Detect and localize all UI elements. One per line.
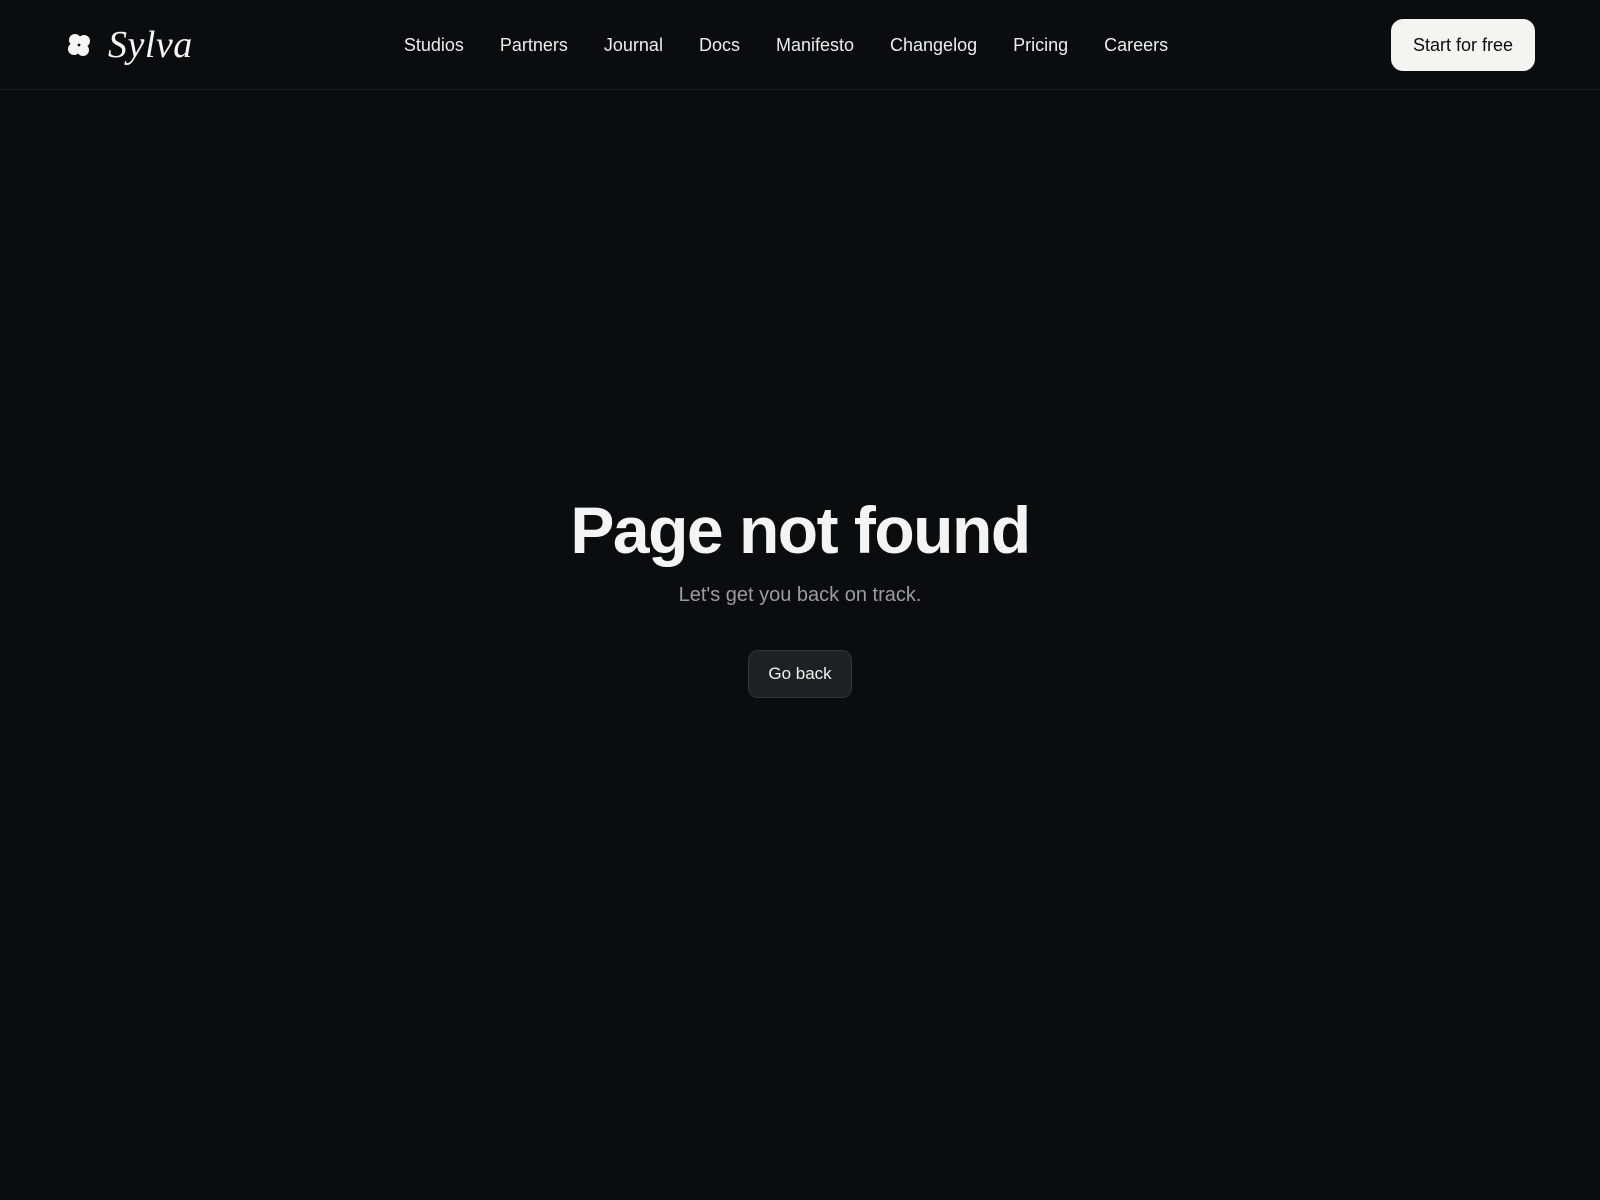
main-nav: Studios Partners Journal Docs Manifesto … [0,0,1600,90]
page-title: Page not found [570,493,1031,567]
logo-link[interactable]: Sylva [66,22,193,68]
go-back-button[interactable]: Go back [748,650,852,698]
logo-wordmark: Sylva [108,24,193,66]
main-content: Page not found Let's get you back on tra… [0,90,1600,1200]
nav-link-journal[interactable]: Journal [604,33,663,57]
nav-link-manifesto[interactable]: Manifesto [776,33,854,57]
clover-icon [68,34,90,56]
nav-link-changelog[interactable]: Changelog [890,33,977,57]
page: Sylva Studios Partners Journal Docs Mani… [0,0,1600,1200]
site-header: Sylva Studios Partners Journal Docs Mani… [0,0,1600,90]
nav-link-docs[interactable]: Docs [699,33,740,57]
start-for-free-button[interactable]: Start for free [1390,19,1535,71]
nav-link-partners[interactable]: Partners [500,33,568,57]
main-nav-links: Studios Partners Journal Docs Manifesto … [404,33,1168,57]
nav-link-pricing[interactable]: Pricing [1013,33,1068,57]
nav-link-studios[interactable]: Studios [404,33,464,57]
nav-link-careers[interactable]: Careers [1104,33,1168,57]
page-subtitle: Let's get you back on track. [678,584,922,606]
